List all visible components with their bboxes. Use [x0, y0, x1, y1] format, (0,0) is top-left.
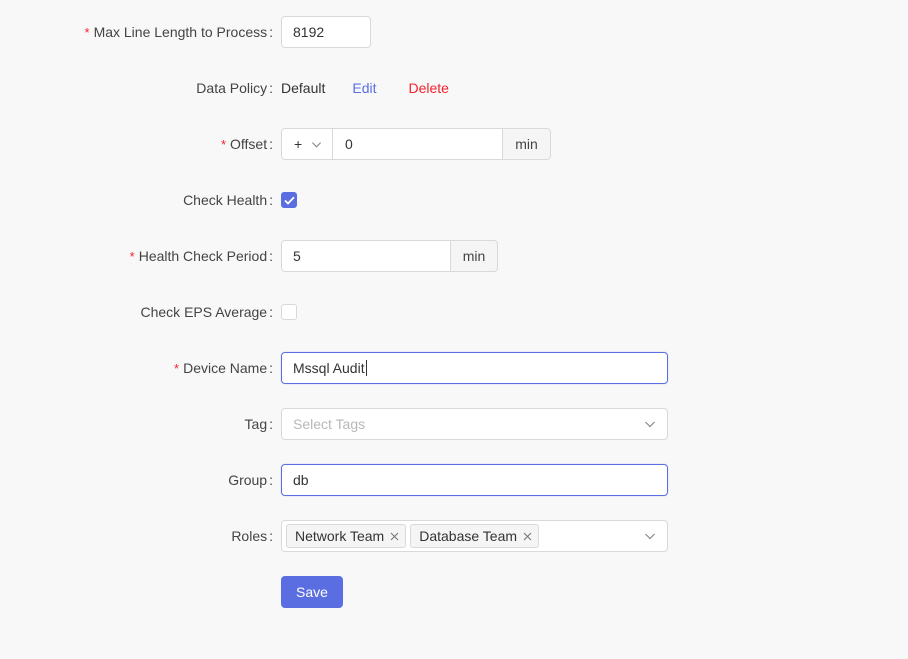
device-name-value: Mssql Audit — [293, 360, 365, 376]
max-line-value: 8192 — [293, 24, 325, 40]
data-policy-delete-link[interactable]: Delete — [408, 80, 448, 96]
close-icon[interactable] — [390, 532, 399, 541]
check-eps-row: Check EPS Average: — [0, 296, 908, 328]
tag-placeholder: Select Tags — [293, 416, 366, 432]
group-label-text: Group — [228, 472, 268, 488]
offset-label-text: Offset — [230, 136, 268, 152]
data-policy-label-text: Data Policy — [196, 80, 268, 96]
health-period-row: * Health Check Period: 5 min — [0, 240, 908, 272]
offset-unit-addon: min — [503, 128, 551, 160]
colon: : — [269, 192, 273, 208]
check-eps-checkbox[interactable] — [281, 304, 297, 320]
role-tag-label: Network Team — [295, 528, 385, 544]
actions-row: Save — [0, 576, 908, 608]
health-period-unit: min — [462, 248, 486, 264]
colon: : — [269, 80, 273, 96]
max-line-label-text: Max Line Length to Process — [93, 24, 268, 40]
group-input[interactable]: db — [281, 464, 668, 496]
check-health-row: Check Health: — [0, 184, 908, 216]
required-marker: * — [129, 249, 135, 264]
role-tag-label: Database Team — [419, 528, 518, 544]
roles-select[interactable]: Network Team Database Team — [281, 520, 668, 552]
check-eps-label-text: Check EPS Average — [140, 304, 268, 320]
device-name-row: * Device Name: Mssql Audit — [0, 352, 908, 384]
health-period-input[interactable]: 5 — [281, 240, 451, 272]
role-tag: Database Team — [410, 524, 540, 548]
roles-label-text: Roles — [231, 528, 268, 544]
check-icon — [283, 196, 295, 205]
data-policy-value: Default — [281, 80, 326, 96]
health-period-unit-addon: min — [451, 240, 498, 272]
offset-sign-value: + — [294, 136, 303, 152]
colon: : — [269, 528, 273, 544]
data-policy-edit-link[interactable]: Edit — [352, 80, 376, 96]
check-health-label-text: Check Health — [183, 192, 268, 208]
max-line-label: * Max Line Length to Process: — [0, 24, 281, 40]
check-health-checkbox[interactable] — [281, 192, 297, 208]
device-settings-form: * Max Line Length to Process: 8192 Data P… — [0, 0, 908, 659]
group-value: db — [293, 472, 309, 488]
colon: : — [269, 416, 273, 432]
roles-label: Roles: — [0, 528, 281, 544]
colon: : — [269, 360, 273, 376]
max-line-input[interactable]: 8192 — [281, 16, 371, 48]
offset-sign-select[interactable]: + — [281, 128, 333, 160]
colon: : — [269, 472, 273, 488]
required-marker: * — [84, 25, 90, 40]
health-period-value: 5 — [293, 248, 301, 264]
group-label: Group: — [0, 472, 281, 488]
role-tag: Network Team — [286, 524, 407, 548]
group-row: Group: db — [0, 464, 908, 496]
device-name-label: * Device Name: — [0, 360, 281, 376]
health-period-input-group: 5 min — [281, 240, 498, 272]
offset-row: * Offset: + 0 min — [0, 128, 908, 160]
text-cursor — [365, 360, 367, 376]
tag-row: Tag: Select Tags — [0, 408, 908, 440]
tag-label-text: Tag — [244, 416, 268, 432]
offset-value-input[interactable]: 0 — [333, 128, 503, 160]
data-policy-row: Data Policy: Default Edit Delete — [0, 72, 908, 104]
required-marker: * — [174, 361, 180, 376]
required-marker: * — [220, 137, 227, 152]
colon: : — [269, 304, 273, 320]
health-period-label-text: Health Check Period — [138, 248, 268, 264]
offset-unit: min — [515, 136, 538, 152]
roles-row: Roles: Network Team Database Team — [0, 520, 908, 552]
colon: : — [269, 24, 273, 40]
device-name-label-text: Device Name — [183, 360, 268, 376]
close-icon[interactable] — [523, 532, 532, 541]
save-button[interactable]: Save — [281, 576, 343, 608]
offset-value: 0 — [345, 136, 353, 152]
health-period-label: * Health Check Period: — [0, 248, 281, 264]
check-health-label: Check Health: — [0, 192, 281, 208]
data-policy-label: Data Policy: — [0, 80, 281, 96]
offset-label: * Offset: — [0, 136, 281, 152]
colon: : — [269, 136, 273, 152]
check-eps-label: Check EPS Average: — [0, 304, 281, 320]
tag-label: Tag: — [0, 416, 281, 432]
offset-input-group: + 0 min — [281, 128, 551, 160]
max-line-row: * Max Line Length to Process: 8192 — [0, 16, 908, 48]
tag-select[interactable]: Select Tags — [281, 408, 668, 440]
chevron-down-icon — [645, 533, 655, 540]
chevron-down-icon — [312, 141, 322, 148]
chevron-down-icon — [645, 421, 655, 428]
colon: : — [269, 248, 273, 264]
device-name-input[interactable]: Mssql Audit — [281, 352, 668, 384]
